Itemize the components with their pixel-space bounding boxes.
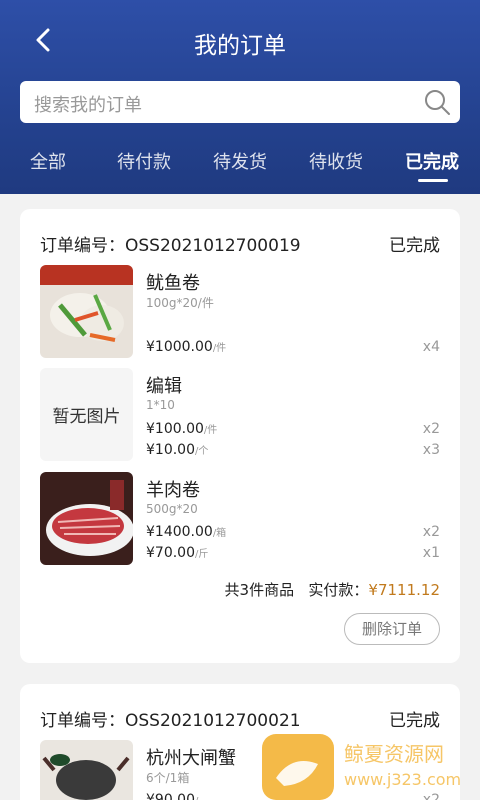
- product-unit: /件: [203, 425, 218, 436]
- watermark-url: www.j323.com: [344, 770, 462, 789]
- tab-completed[interactable]: 已完成: [405, 148, 459, 174]
- product-quantity: x2: [422, 524, 440, 540]
- order-card[interactable]: 订单编号：OSS2021012700019 已完成 鱿鱼卷 100g*20/件 …: [20, 209, 460, 663]
- product-spec: 100g*20/件: [146, 296, 214, 310]
- product-unit: /斤: [195, 549, 209, 560]
- product-unit: /个: [195, 446, 209, 457]
- product-price: ¥10.00: [146, 442, 195, 458]
- product-price: ¥1400.00: [146, 524, 213, 540]
- header-bar: 我的订单 搜索我的订单 全部 待付款 待发货 待收货 已完成: [0, 0, 480, 194]
- order-number: 订单编号：OSS2021012700019: [40, 236, 301, 256]
- product-quantity: x4: [422, 339, 440, 355]
- product-price: ¥90.00: [146, 792, 195, 800]
- product-quantity: x1: [422, 545, 440, 561]
- product-image[interactable]: [40, 472, 133, 565]
- watermark-whale-logo-icon: [262, 734, 334, 800]
- product-price: ¥1000.00: [146, 339, 213, 355]
- product-spec: 500g*20: [146, 502, 198, 516]
- order-tabs: 全部 待付款 待发货 待收货 已完成: [0, 144, 480, 184]
- product-image[interactable]: [40, 265, 133, 358]
- product-price-row: ¥90.00/: [146, 792, 198, 800]
- page-title: 我的订单: [194, 33, 286, 59]
- no-image-text: 暂无图片: [52, 407, 121, 427]
- product-quantity: x2: [422, 421, 440, 437]
- delete-order-button[interactable]: 删除订单: [344, 613, 440, 645]
- product-image-placeholder[interactable]: 暂无图片: [40, 368, 133, 461]
- tab-pending-shipment[interactable]: 待发货: [213, 148, 267, 174]
- product-name: 编辑: [146, 376, 182, 397]
- product-image[interactable]: [40, 740, 133, 800]
- product-price-row: ¥70.00/斤: [146, 545, 208, 561]
- product-name: 羊肉卷: [146, 480, 200, 501]
- paid-label: 实付款：: [308, 581, 369, 599]
- product-unit: /件: [212, 343, 227, 354]
- tab-all[interactable]: 全部: [30, 148, 66, 174]
- item-count: 共3件商品: [224, 581, 295, 599]
- product-unit: /: [195, 796, 198, 800]
- product-price-row: ¥100.00/件: [146, 421, 217, 437]
- product-unit: /箱: [212, 528, 227, 539]
- watermark: 鲸夏资源网 www.j323.com: [262, 734, 480, 800]
- search-input-placeholder[interactable]: 搜索我的订单: [34, 91, 142, 117]
- product-quantity: x3: [422, 442, 440, 458]
- order-status: 已完成: [389, 711, 440, 731]
- tab-pending-payment[interactable]: 待付款: [117, 148, 171, 174]
- product-price: ¥70.00: [146, 545, 195, 561]
- product-price-row: ¥1000.00/件: [146, 339, 226, 355]
- product-price-row: ¥10.00/个: [146, 442, 208, 458]
- search-box[interactable]: 搜索我的订单: [20, 81, 460, 123]
- order-summary: 共3件商品 实付款：¥7111.12: [225, 579, 440, 600]
- product-name: 杭州大闸蟹: [146, 748, 236, 769]
- watermark-text: 鲸夏资源网: [344, 742, 444, 766]
- product-price: ¥100.00: [146, 421, 204, 437]
- tab-pending-receipt[interactable]: 待收货: [309, 148, 363, 174]
- product-price-row: ¥1400.00/箱: [146, 524, 226, 540]
- paid-amount: ¥7111.12: [368, 581, 440, 599]
- order-status: 已完成: [389, 236, 440, 256]
- product-spec: 6个/1箱: [146, 771, 190, 785]
- product-name: 鱿鱼卷: [146, 273, 200, 294]
- active-tab-indicator: [418, 179, 448, 182]
- order-number: 订单编号：OSS2021012700021: [40, 711, 301, 731]
- product-spec: 1*10: [146, 398, 175, 412]
- search-icon[interactable]: [422, 87, 452, 117]
